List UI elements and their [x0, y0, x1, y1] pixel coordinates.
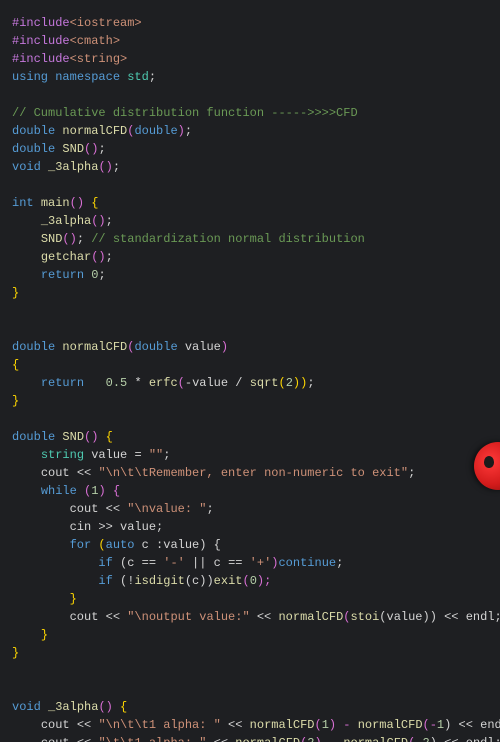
code-line: #include<iostream> — [12, 16, 142, 30]
code-line: #include<cmath> — [12, 34, 120, 48]
code-line: } — [12, 592, 77, 606]
code-line: cout << "\nvalue: "; — [12, 502, 214, 516]
code-line: using namespace std; — [12, 70, 156, 84]
code-line: } — [12, 394, 19, 408]
code-line: while (1) { — [12, 484, 120, 498]
code-line: } — [12, 628, 48, 642]
code-line: { — [12, 358, 19, 372]
code-line: double SND(); — [12, 142, 106, 156]
code-line: cout << "\n\t\t1 alpha: " << normalCFD(1… — [12, 718, 500, 732]
code-line: void _3alpha(); — [12, 160, 120, 174]
code-line: double SND() { — [12, 430, 113, 444]
code-line: double normalCFD(double value) — [12, 340, 228, 354]
code-line: } — [12, 286, 19, 300]
code-line: return 0; — [12, 268, 106, 282]
code-line: #include<string> — [12, 52, 127, 66]
code-line: cout << "\n\t\tRemember, enter non-numer… — [12, 466, 415, 480]
code-line: double normalCFD(double); — [12, 124, 192, 138]
code-line: getchar(); — [12, 250, 113, 264]
code-block: #include<iostream> #include<cmath> #incl… — [0, 0, 500, 742]
code-line: if (c == '-' || c == '+')continue; — [12, 556, 343, 570]
code-line: string value = ""; — [12, 448, 170, 462]
code-line: SND(); // standardization normal distrib… — [12, 232, 365, 246]
code-line: if (!isdigit(c))exit(0); — [12, 574, 271, 588]
code-line: } — [12, 646, 19, 660]
code-line: cout << "\t\t1 alpha: " << normalCFD(2) … — [12, 736, 500, 742]
code-line: cout << "\noutput value:" << normalCFD(s… — [12, 610, 500, 624]
code-line: void _3alpha() { — [12, 700, 127, 714]
code-line: for (auto c :value) { — [12, 538, 221, 552]
code-line: // Cumulative distribution function ----… — [12, 106, 358, 120]
code-line: return 0.5 * erfc(-value / sqrt(2)); — [12, 376, 315, 390]
code-line: int main() { — [12, 196, 98, 210]
code-line: cin >> value; — [12, 520, 163, 534]
code-line: _3alpha(); — [12, 214, 113, 228]
